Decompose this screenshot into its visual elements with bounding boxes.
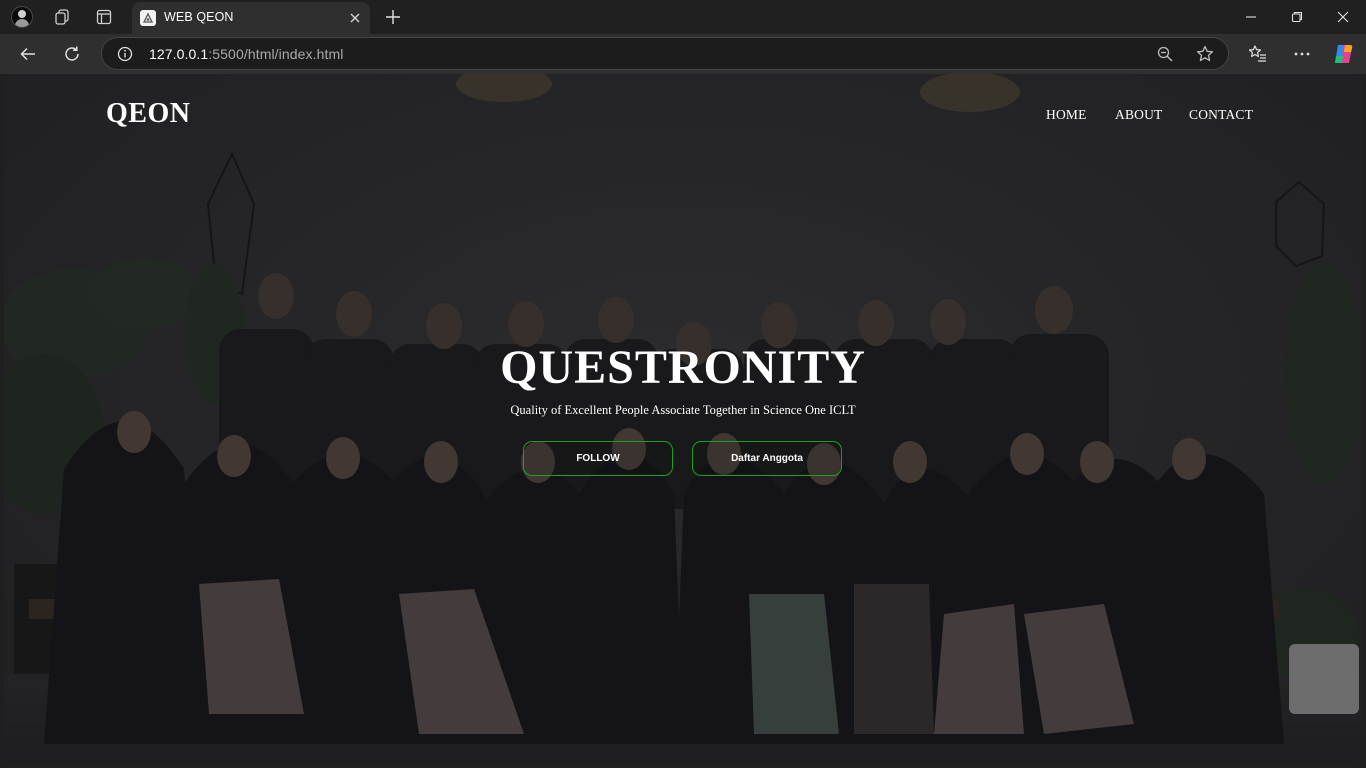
- nav-about-link[interactable]: ABOUT: [1115, 107, 1163, 123]
- dark-overlay: [4, 74, 1362, 764]
- new-tab-icon[interactable]: [381, 5, 405, 29]
- site-logo[interactable]: QEON: [106, 98, 190, 130]
- zoom-out-icon[interactable]: [1155, 44, 1175, 64]
- favorites-icon[interactable]: [1243, 39, 1273, 69]
- back-icon[interactable]: [13, 39, 43, 69]
- browser-toolbar: 127.0.0.1:5500/html/index.html: [0, 34, 1366, 74]
- page-viewport: QEON HOME ABOUT CONTACT QUESTRONITY Qual…: [4, 74, 1362, 764]
- site-info-icon[interactable]: [116, 45, 134, 63]
- add-favorite-star-icon[interactable]: [1195, 44, 1215, 64]
- tab-favicon-icon: [140, 10, 156, 26]
- tab-actions-icon[interactable]: [92, 5, 116, 29]
- address-bar[interactable]: 127.0.0.1:5500/html/index.html: [101, 37, 1229, 70]
- nav-home-link[interactable]: HOME: [1046, 107, 1087, 123]
- daftar-anggota-button[interactable]: Daftar Anggota: [692, 441, 842, 476]
- copilot-icon[interactable]: [1329, 39, 1359, 69]
- hero-title: QUESTRONITY: [500, 341, 866, 394]
- profile-avatar[interactable]: [10, 5, 34, 29]
- url-host: 127.0.0.1: [149, 46, 209, 62]
- browser-tab[interactable]: WEB QEON: [132, 2, 370, 34]
- nav-contact-link[interactable]: CONTACT: [1189, 107, 1253, 123]
- restore-icon[interactable]: [1274, 0, 1320, 34]
- minimize-icon[interactable]: [1228, 0, 1274, 34]
- tab-title: WEB QEON: [164, 10, 234, 24]
- follow-button[interactable]: FOLLOW: [523, 441, 673, 476]
- browser-tab-bar: WEB QEON: [0, 0, 1366, 34]
- tab-close-icon[interactable]: [346, 9, 364, 27]
- workspaces-icon[interactable]: [50, 5, 74, 29]
- url-text: 127.0.0.1:5500/html/index.html: [149, 46, 343, 62]
- url-path: :5500/html/index.html: [208, 46, 344, 62]
- refresh-icon[interactable]: [57, 39, 87, 69]
- hero-subtitle: Quality of Excellent People Associate To…: [510, 403, 856, 417]
- close-window-icon[interactable]: [1320, 0, 1366, 34]
- more-menu-icon[interactable]: [1287, 39, 1317, 69]
